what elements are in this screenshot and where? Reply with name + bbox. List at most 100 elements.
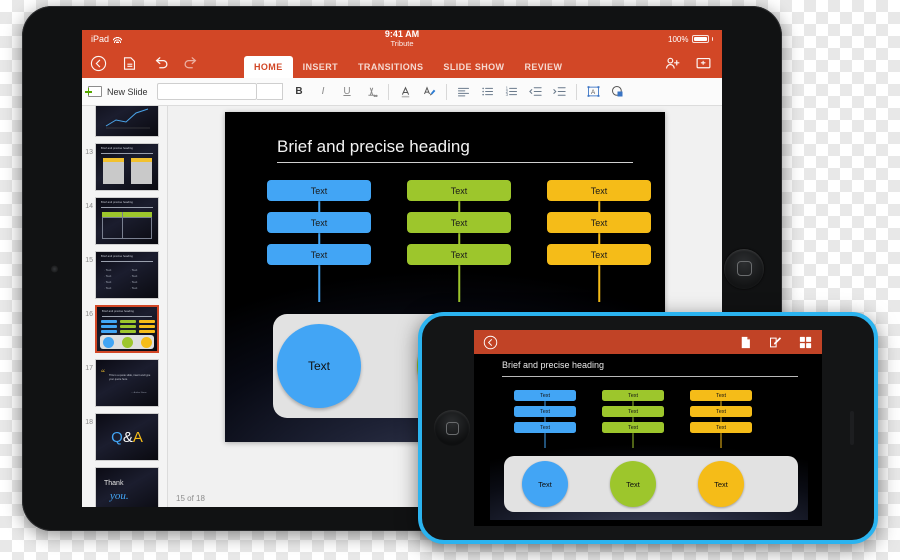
file-actions-icon[interactable] [121,55,138,72]
grid-view-icon[interactable] [798,335,813,350]
thumbnail-item[interactable]: 15 Brief and precise heading · Text · Tex… [82,248,167,302]
thumbnail-preview[interactable]: Brief and precise heading [95,197,159,245]
toolbar-divider [575,83,577,100]
diagram-box[interactable]: Text [267,212,371,233]
thumbnail-preview[interactable]: Brief and precise heading [95,106,159,137]
iphone-slide-view[interactable]: Brief and precise heading Text Text Text… [474,354,822,526]
back-icon[interactable] [483,335,498,350]
thumbnail-preview[interactable]: Brief and precise heading · Text · Text · … [95,251,159,299]
toolbar-divider [445,83,447,100]
iphone-box[interactable]: Text [690,422,752,433]
iphone-box[interactable]: Text [514,390,576,401]
thumbnail-title: Brief and precise heading [101,255,133,258]
diagram-box[interactable]: Text [407,180,511,201]
strikethrough-button[interactable] [364,84,379,99]
diagram-box[interactable]: Text [267,244,371,265]
tab-slide-show[interactable]: SLIDE SHOW [433,62,514,78]
present-icon[interactable] [695,55,712,72]
iphone-circle[interactable]: Text [610,461,656,507]
add-person-icon[interactable] [664,55,681,72]
thumbnail-title: Brief and precise heading [101,147,133,150]
iphone-slide-title-rule [502,376,798,377]
thumbnail-preview[interactable]: Q & A [95,413,159,461]
font-size-input[interactable] [256,83,283,100]
thumbnail-item[interactable]: 17 “ This is a quote slide, insert and t… [82,356,167,410]
slide-title[interactable]: Brief and precise heading [277,137,633,157]
iphone-box[interactable]: Text [602,390,664,401]
thumbnail-number: 14 [85,203,93,210]
ipad-home-button[interactable] [724,248,764,289]
diagram-column-green: Text Text Text [407,180,511,302]
tab-insert[interactable]: INSERT [293,62,348,78]
tab-home[interactable]: HOME [244,56,293,78]
text-highlight-button[interactable] [422,84,437,99]
wifi-icon [113,35,123,43]
diagram-box[interactable]: Text [407,212,511,233]
thumbnail-item[interactable]: 13 Brief and precise heading [82,140,167,194]
iphone-box[interactable]: Text [690,390,752,401]
tab-review[interactable]: REVIEW [514,62,572,78]
diagram-box[interactable]: Text [547,244,651,265]
shape-button[interactable] [610,84,625,99]
underline-button[interactable]: U [340,84,355,99]
align-button[interactable] [456,84,471,99]
svg-text:3: 3 [505,92,508,97]
thumbnail-preview[interactable]: “ This is a quote slide, insert and type… [95,359,159,407]
thumbnail-preview[interactable]: Brief and precise heading [95,143,159,191]
iphone-box[interactable]: Text [514,422,576,433]
undo-icon[interactable] [152,55,169,72]
diagram-box[interactable]: Text [267,180,371,201]
new-slide-button[interactable]: New Slide [85,86,148,97]
iphone-circle[interactable]: Text [698,461,744,507]
iphone-box[interactable]: Text [602,406,664,417]
slide-thumbnail-panel[interactable]: 12 Brief and precise heading 13 [82,106,168,507]
edit-icon[interactable] [768,335,783,350]
back-icon[interactable] [90,55,107,72]
svg-text:· Text: · Text [104,280,111,284]
numbered-list-button[interactable]: 123 [504,84,519,99]
formatting-toolbar: New Slide B I U 1 2 3 A [82,78,722,106]
diagram-column-yellow: Text Text Text [547,180,651,302]
iphone-device: Brief and precise heading Text Text Text… [418,312,878,544]
thumbnail-item[interactable]: 18 Q & A [82,410,167,464]
bold-button[interactable]: B [292,84,307,99]
redo-icon[interactable] [183,55,200,72]
thumbnail-item[interactable]: 12 Brief and precise heading [82,106,167,140]
font-name-input[interactable] [156,83,257,100]
svg-text:“: “ [101,368,105,378]
status-device-label: iPad [91,34,110,44]
iphone-box[interactable]: Text [514,406,576,417]
bullet-list-button[interactable] [480,84,495,99]
iphone-diagram: Text Text Text Text Text Text Text Text [490,382,808,520]
iphone-slide-title: Brief and precise heading [502,360,605,370]
thumbnail-preview[interactable]: Thank you. [95,467,159,507]
file-icon[interactable] [738,335,753,350]
iphone-box[interactable]: Text [602,422,664,433]
increase-indent-button[interactable] [552,84,567,99]
iphone-circle[interactable]: Text [522,461,568,507]
thumbnail-item-selected[interactable]: 16 Brief and precise heading [82,302,167,356]
diagram-box[interactable]: Text [547,212,651,233]
thumbnail-item[interactable]: Thank you. [82,464,167,507]
iphone-home-button[interactable] [434,410,470,446]
thumbnail-number: 13 [85,149,93,156]
diagram-box[interactable]: Text [407,244,511,265]
ios-status-bar: iPad 9:41 AM Tribute 100% [82,30,722,48]
thumbnail-item[interactable]: 14 Brief and precise heading [82,194,167,248]
text-box-button[interactable]: A [586,84,601,99]
new-slide-icon [85,86,102,97]
battery-full-icon [691,35,709,43]
diagram-box[interactable]: Text [547,180,651,201]
italic-button[interactable]: I [316,84,331,99]
tab-transitions[interactable]: TRANSITIONS [348,62,433,78]
ribbon-tabs: HOME INSERT TRANSITIONS SLIDE SHOW REVIE… [244,48,572,78]
iphone-box[interactable]: Text [690,406,752,417]
font-color-button[interactable] [398,84,413,99]
battery-percent: 100% [668,34,689,44]
page-canvas: iPad 9:41 AM Tribute 100% HOME INSERT TR… [0,0,900,560]
thumbnail-preview[interactable]: Brief and precise heading [95,305,159,353]
decrease-indent-button[interactable] [528,84,543,99]
ribbon-bar: HOME INSERT TRANSITIONS SLIDE SHOW REVIE… [82,48,722,78]
thumbnail-number: 15 [85,257,93,264]
diagram-circle[interactable]: Text [277,324,361,408]
